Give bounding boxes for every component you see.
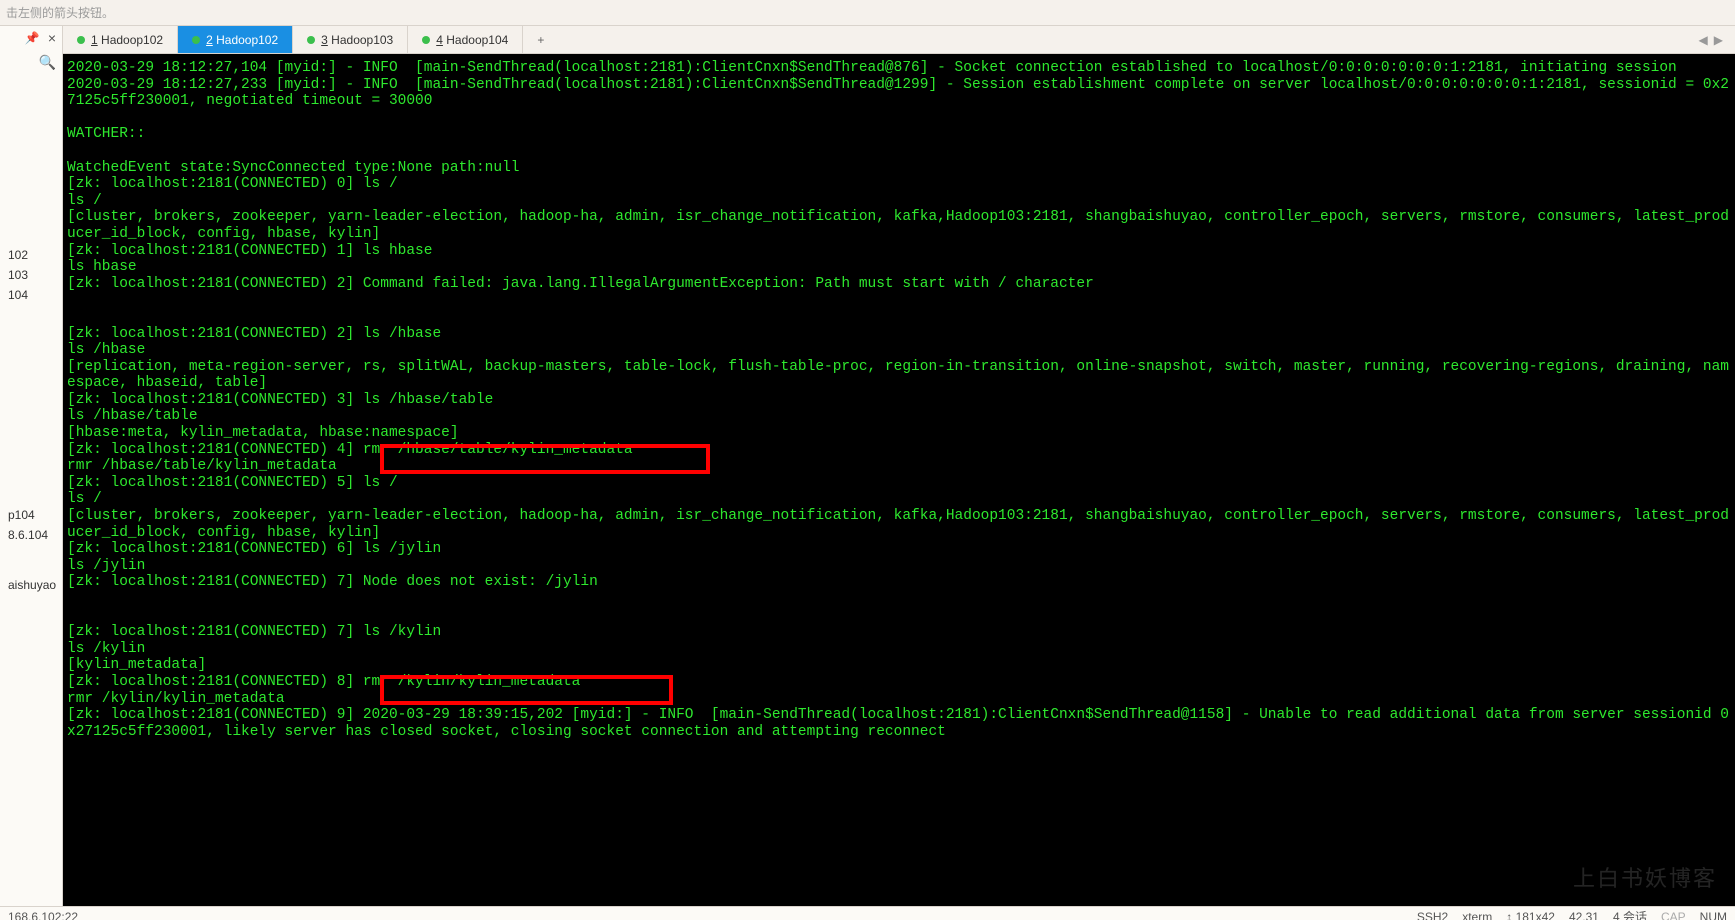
tab-label: 4 Hadoop104 bbox=[436, 33, 508, 47]
close-icon[interactable]: × bbox=[48, 30, 56, 46]
sidebar-list: 102 103 104 p104 8.6.104 aishuyao bbox=[0, 75, 62, 906]
highlight-box bbox=[380, 675, 673, 705]
status-cursor: 42,31 bbox=[1569, 910, 1599, 920]
sidebar-item[interactable]: 103 bbox=[0, 265, 62, 285]
tab-hadoop103[interactable]: 3 Hadoop103 bbox=[293, 26, 408, 53]
terminal-output[interactable]: 2020-03-29 18:12:27,104 [myid:] - INFO [… bbox=[63, 54, 1735, 906]
status-dot-icon bbox=[422, 36, 430, 44]
status-cap: CAP bbox=[1661, 910, 1686, 920]
status-right: SSH2 xterm ↕ 181x42 42,31 4 会话 CAP NUM bbox=[1417, 908, 1727, 920]
tab-hadoop102-1[interactable]: 1 Hadoop102 bbox=[63, 26, 178, 53]
main-panel: 1 Hadoop102 2 Hadoop102 3 Hadoop103 4 Ha… bbox=[63, 26, 1735, 906]
status-dot-icon bbox=[77, 36, 85, 44]
tab-add-button[interactable]: + bbox=[523, 26, 551, 53]
sidebar-item[interactable]: p104 bbox=[0, 505, 62, 525]
sidebar-item[interactable]: 104 bbox=[0, 285, 62, 305]
tab-label: 2 Hadoop102 bbox=[206, 33, 278, 47]
tab-next-icon[interactable]: ▶ bbox=[1714, 33, 1723, 47]
status-ssh: SSH2 bbox=[1417, 910, 1448, 920]
tab-hadoop104[interactable]: 4 Hadoop104 bbox=[408, 26, 523, 53]
sidebar-item[interactable]: 102 bbox=[0, 245, 62, 265]
status-size: ↕ 181x42 bbox=[1506, 910, 1555, 920]
sidebar: 📌 × 🔍 102 103 104 p104 8.6.104 aishuyao bbox=[0, 26, 63, 906]
search-icon[interactable]: 🔍 bbox=[39, 54, 56, 71]
status-sessions: 4 会话 bbox=[1613, 908, 1647, 920]
top-hint: 击左侧的箭头按钮。 bbox=[0, 0, 1735, 26]
tabbar: 1 Hadoop102 2 Hadoop102 3 Hadoop103 4 Ha… bbox=[63, 26, 1735, 54]
status-connection: 168.6.102:22 bbox=[8, 910, 1417, 920]
pin-icon[interactable]: 📌 bbox=[25, 31, 40, 45]
tab-prev-icon[interactable]: ◀ bbox=[1699, 33, 1708, 47]
highlight-box bbox=[380, 444, 710, 474]
tab-label: 3 Hadoop103 bbox=[321, 33, 393, 47]
statusbar: 168.6.102:22 SSH2 xterm ↕ 181x42 42,31 4… bbox=[0, 906, 1735, 920]
status-num: NUM bbox=[1700, 910, 1727, 920]
tab-hadoop102-2[interactable]: 2 Hadoop102 bbox=[178, 26, 293, 53]
sidebar-item[interactable]: aishuyao bbox=[0, 575, 62, 595]
status-dot-icon bbox=[192, 36, 200, 44]
status-term: xterm bbox=[1462, 910, 1492, 920]
sidebar-search-row: 🔍 bbox=[0, 50, 62, 75]
watermark: 上白书妖博客 bbox=[1573, 871, 1717, 888]
status-dot-icon bbox=[307, 36, 315, 44]
sidebar-toolbar: 📌 × bbox=[0, 26, 62, 50]
sidebar-item[interactable]: 8.6.104 bbox=[0, 525, 62, 545]
tab-nav: ◀ ▶ bbox=[1699, 33, 1735, 47]
tab-label: 1 Hadoop102 bbox=[91, 33, 163, 47]
workspace: 📌 × 🔍 102 103 104 p104 8.6.104 aishuyao … bbox=[0, 26, 1735, 906]
